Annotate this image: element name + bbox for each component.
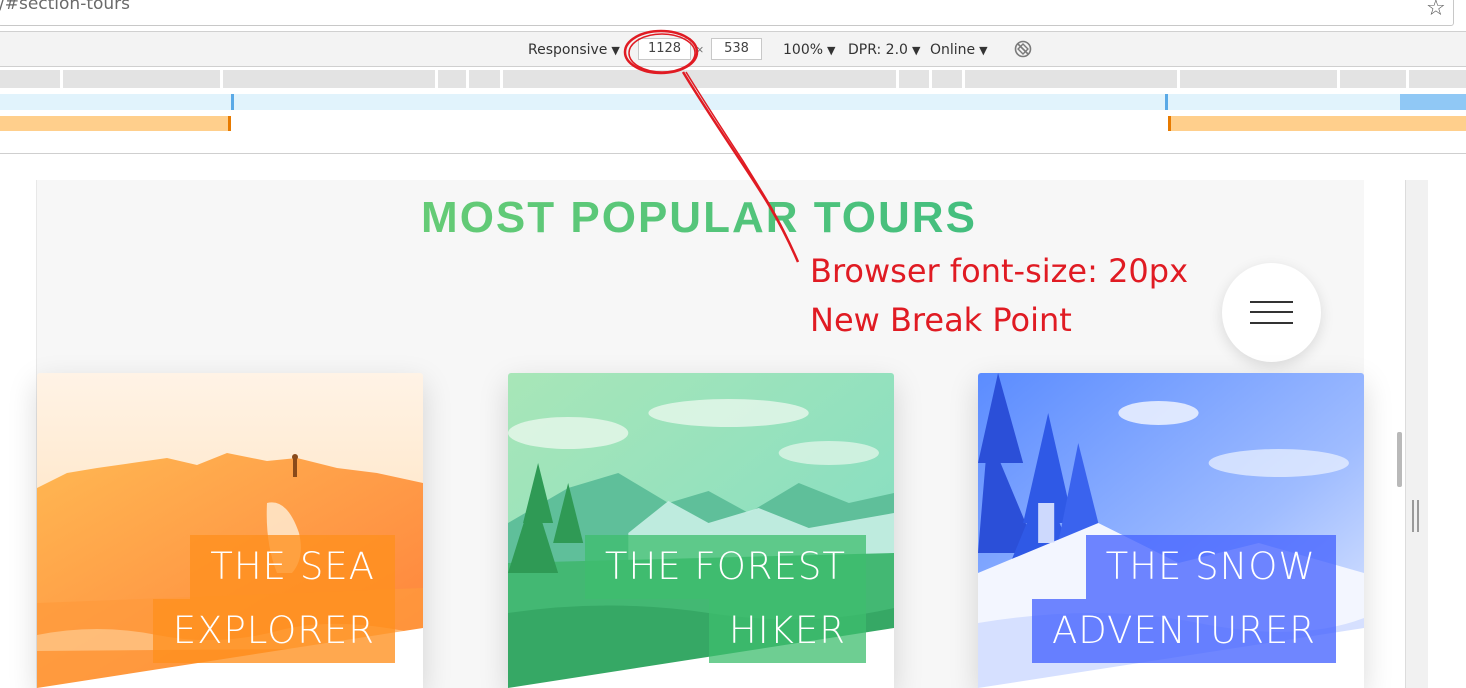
zoom-dropdown[interactable]: 100% ▼: [783, 41, 836, 60]
media-query-marker: [1168, 116, 1171, 131]
media-query-bar-min-width-right[interactable]: [1168, 116, 1466, 131]
chevron-down-icon: ▼: [911, 44, 921, 57]
device-mode-label: Responsive: [528, 42, 608, 58]
media-query-segment[interactable]: [63, 70, 220, 88]
media-query-segment[interactable]: [503, 70, 896, 88]
annotation-text-font-size: Browser font-size: 20px: [810, 252, 1189, 290]
card-title-line: THE FOREST: [584, 535, 866, 599]
tour-card-sea-explorer[interactable]: THE SEA EXPLORER: [37, 373, 423, 688]
zoom-label: 100%: [783, 42, 824, 58]
device-mode-dropdown[interactable]: Responsive ▼: [528, 41, 620, 60]
card-title-line: THE SNOW: [1085, 535, 1336, 599]
dimension-separator: ×: [696, 42, 704, 57]
media-query-segment[interactable]: [899, 70, 929, 88]
card-title: THE SEA EXPLORER: [152, 535, 395, 663]
media-query-segment[interactable]: [0, 70, 60, 88]
dpr-label: DPR: 2.0: [848, 42, 908, 58]
navigation-button[interactable]: [1222, 263, 1321, 362]
media-query-bar-min-width-left[interactable]: [0, 116, 231, 131]
card-title-line: EXPLORER: [152, 599, 395, 663]
media-query-segment[interactable]: [1180, 70, 1337, 88]
viewport-width-input[interactable]: 1128: [638, 38, 691, 60]
annotation-text-breakpoint: New Break Point: [810, 301, 1072, 339]
viewport-height-input[interactable]: 538: [711, 38, 762, 60]
tour-card-forest-hiker[interactable]: THE FOREST HIKER: [508, 373, 894, 688]
chevron-down-icon: ▼: [979, 44, 988, 57]
chevron-down-icon: ▼: [827, 44, 836, 57]
media-query-marker: [1165, 94, 1168, 110]
card-title: THE FOREST HIKER: [584, 535, 866, 663]
dpr-dropdown[interactable]: DPR: 2.0 ▼: [848, 41, 920, 60]
media-query-segment[interactable]: [1409, 70, 1466, 88]
media-query-segment[interactable]: [438, 70, 466, 88]
tour-card-snow-adventurer[interactable]: THE SNOW ADVENTURER: [978, 373, 1364, 688]
card-title-line: HIKER: [708, 599, 866, 663]
resize-handle-icon[interactable]: [1412, 500, 1422, 532]
media-query-bar-max-width[interactable]: [0, 94, 1466, 110]
media-query-segment[interactable]: [965, 70, 1177, 88]
device-toolbar: Responsive ▼ 1128 × 538 100% ▼ DPR: 2.0 ▼ O…: [0, 31, 1466, 67]
network-dropdown[interactable]: Online ▼: [930, 41, 988, 60]
media-query-marker: [228, 116, 231, 131]
url-input[interactable]: /#section-tours: [0, 0, 1454, 26]
media-query-segment-active[interactable]: [1400, 94, 1466, 110]
section-heading: MOST POPULAR TOURS: [0, 188, 1398, 248]
scrollbar-thumb[interactable]: [1397, 432, 1402, 487]
media-query-segment[interactable]: [932, 70, 962, 88]
media-query-segment[interactable]: [223, 70, 435, 88]
network-label: Online: [930, 42, 976, 58]
media-query-marker: [231, 94, 234, 110]
card-title-line: THE SEA: [190, 535, 395, 599]
chevron-down-icon: ▼: [611, 44, 620, 57]
card-title: THE SNOW ADVENTURER: [1032, 535, 1336, 663]
card-title-line: ADVENTURER: [1032, 599, 1336, 663]
media-query-segment[interactable]: [469, 70, 500, 88]
address-bar: /#section-tours ☆: [0, 0, 1466, 30]
star-outline-icon[interactable]: ☆: [1426, 0, 1446, 19]
viewport-resize-strip[interactable]: [1406, 180, 1428, 688]
media-query-bar-grey: [0, 68, 1466, 90]
url-text: /#section-tours: [0, 0, 131, 14]
media-query-segment[interactable]: [1340, 70, 1406, 88]
rotate-icon[interactable]: [1013, 39, 1033, 59]
